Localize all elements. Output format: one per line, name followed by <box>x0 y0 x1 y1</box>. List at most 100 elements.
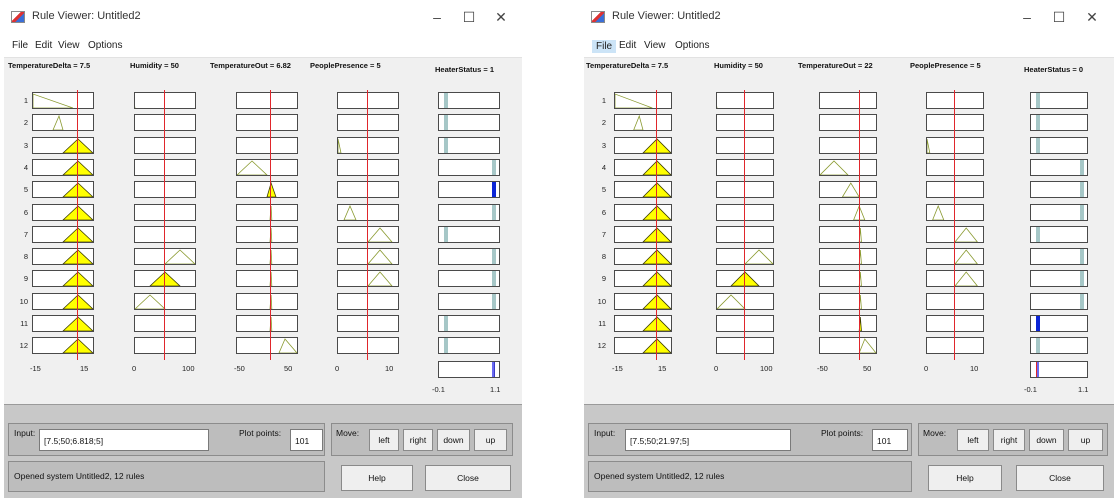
membership-function-cell[interactable] <box>614 158 672 176</box>
membership-function-cell[interactable] <box>337 158 399 176</box>
output-cell[interactable] <box>438 337 500 355</box>
membership-function-cell[interactable] <box>614 225 672 243</box>
membership-function-cell[interactable] <box>614 270 672 288</box>
membership-function-cell[interactable] <box>716 203 774 221</box>
membership-function-cell[interactable] <box>32 270 94 288</box>
membership-function-cell[interactable] <box>134 136 196 154</box>
membership-function-cell[interactable] <box>819 270 877 288</box>
membership-function-cell[interactable] <box>926 158 984 176</box>
input-value-line[interactable] <box>367 90 368 360</box>
membership-function-cell[interactable] <box>819 92 877 109</box>
minimize-button[interactable]: – <box>422 7 452 27</box>
output-cell[interactable] <box>1030 181 1088 199</box>
output-cell[interactable] <box>438 158 500 176</box>
membership-function-cell[interactable] <box>926 337 984 355</box>
input-value-line[interactable] <box>164 90 165 360</box>
membership-function-cell[interactable] <box>32 92 94 109</box>
membership-function-cell[interactable] <box>819 225 877 243</box>
membership-function-cell[interactable] <box>32 315 94 332</box>
input-value-line[interactable] <box>744 90 745 360</box>
membership-function-cell[interactable] <box>337 181 399 199</box>
input-value-line[interactable] <box>656 90 657 360</box>
output-cell[interactable] <box>1030 225 1088 243</box>
membership-function-cell[interactable] <box>32 158 94 176</box>
output-cell[interactable] <box>1030 92 1088 109</box>
minimize-button[interactable]: – <box>1012 7 1042 27</box>
membership-function-cell[interactable] <box>819 136 877 154</box>
membership-function-cell[interactable] <box>614 136 672 154</box>
membership-function-cell[interactable] <box>819 292 877 310</box>
membership-function-cell[interactable] <box>716 136 774 154</box>
membership-function-cell[interactable] <box>926 270 984 288</box>
membership-function-cell[interactable] <box>236 92 298 109</box>
output-cell[interactable] <box>1030 292 1088 310</box>
membership-function-cell[interactable] <box>926 92 984 109</box>
aggregate-output-cell[interactable] <box>1030 360 1088 378</box>
membership-function-cell[interactable] <box>32 248 94 266</box>
membership-function-cell[interactable] <box>819 114 877 132</box>
membership-function-cell[interactable] <box>337 315 399 332</box>
membership-function-cell[interactable] <box>337 270 399 288</box>
move-right-button[interactable]: right <box>993 429 1025 451</box>
membership-function-cell[interactable] <box>614 337 672 355</box>
output-cell[interactable] <box>1030 136 1088 154</box>
membership-function-cell[interactable] <box>716 248 774 266</box>
membership-function-cell[interactable] <box>337 248 399 266</box>
output-cell[interactable] <box>1030 248 1088 266</box>
membership-function-cell[interactable] <box>926 225 984 243</box>
membership-function-cell[interactable] <box>236 292 298 310</box>
membership-function-cell[interactable] <box>32 337 94 355</box>
move-down-button[interactable]: down <box>1029 429 1064 451</box>
menu-edit[interactable]: Edit <box>619 40 636 51</box>
membership-function-cell[interactable] <box>236 203 298 221</box>
membership-function-cell[interactable] <box>32 203 94 221</box>
membership-function-cell[interactable] <box>32 181 94 199</box>
input-vector-field[interactable]: [7.5;50;21.97;5] <box>625 429 791 451</box>
move-up-button[interactable]: up <box>1068 429 1103 451</box>
output-cell[interactable] <box>438 315 500 332</box>
close-button[interactable]: Close <box>425 465 511 491</box>
membership-function-cell[interactable] <box>716 292 774 310</box>
maximize-button[interactable]: ☐ <box>454 7 484 27</box>
membership-function-cell[interactable] <box>819 181 877 199</box>
membership-function-cell[interactable] <box>236 225 298 243</box>
membership-function-cell[interactable] <box>716 270 774 288</box>
membership-function-cell[interactable] <box>236 337 298 355</box>
membership-function-cell[interactable] <box>614 181 672 199</box>
output-cell[interactable] <box>1030 203 1088 221</box>
membership-function-cell[interactable] <box>716 225 774 243</box>
plot-points-field[interactable]: 101 <box>872 429 908 451</box>
output-cell[interactable] <box>438 203 500 221</box>
membership-function-cell[interactable] <box>134 337 196 355</box>
membership-function-cell[interactable] <box>926 114 984 132</box>
membership-function-cell[interactable] <box>926 181 984 199</box>
membership-function-cell[interactable] <box>134 292 196 310</box>
output-cell[interactable] <box>438 92 500 109</box>
membership-function-cell[interactable] <box>32 114 94 132</box>
membership-function-cell[interactable] <box>236 248 298 266</box>
membership-function-cell[interactable] <box>32 292 94 310</box>
membership-function-cell[interactable] <box>614 92 672 109</box>
membership-function-cell[interactable] <box>716 337 774 355</box>
move-right-button[interactable]: right <box>403 429 433 451</box>
membership-function-cell[interactable] <box>236 270 298 288</box>
output-cell[interactable] <box>438 136 500 154</box>
membership-function-cell[interactable] <box>614 114 672 132</box>
menu-file[interactable]: File <box>592 40 617 53</box>
move-down-button[interactable]: down <box>437 429 470 451</box>
output-cell[interactable] <box>1030 270 1088 288</box>
membership-function-cell[interactable] <box>614 203 672 221</box>
membership-function-cell[interactable] <box>819 315 877 332</box>
membership-function-cell[interactable] <box>134 225 196 243</box>
membership-function-cell[interactable] <box>819 158 877 176</box>
membership-function-cell[interactable] <box>134 92 196 109</box>
membership-function-cell[interactable] <box>337 92 399 109</box>
menu-options[interactable]: Options <box>88 40 122 51</box>
membership-function-cell[interactable] <box>134 158 196 176</box>
membership-function-cell[interactable] <box>134 181 196 199</box>
close-button[interactable]: Close <box>1016 465 1104 491</box>
membership-function-cell[interactable] <box>819 203 877 221</box>
menu-view[interactable]: View <box>58 40 80 51</box>
move-left-button[interactable]: left <box>957 429 989 451</box>
membership-function-cell[interactable] <box>926 315 984 332</box>
